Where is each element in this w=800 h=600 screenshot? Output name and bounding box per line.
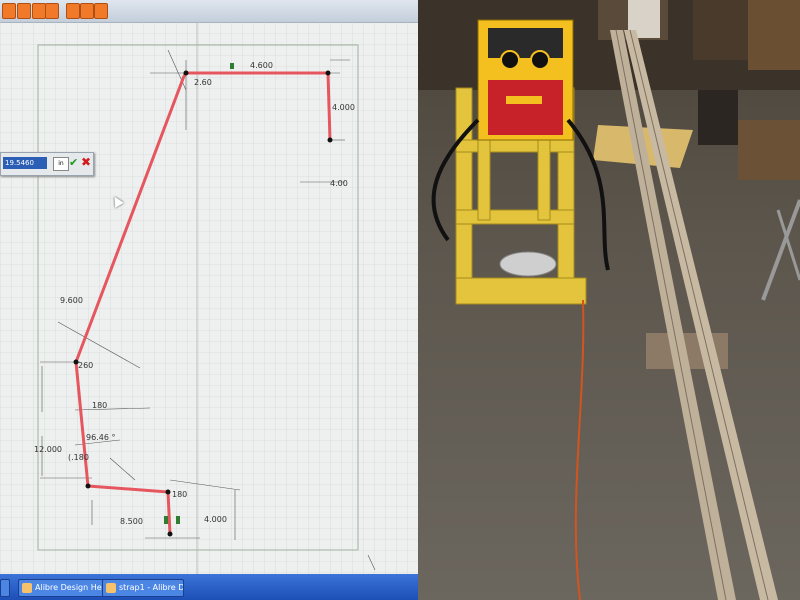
taskbar-item-label: Alibre Design Help — [35, 583, 106, 592]
taskbar-item-label: strap1 - Alibre Des... — [119, 583, 184, 592]
dim-right-drop[interactable]: 4.000 — [332, 103, 355, 112]
workshop-photo — [418, 0, 800, 600]
check-icon[interactable]: ✔ — [69, 157, 78, 169]
dim-knee-radius[interactable]: 260 — [78, 361, 93, 370]
toolbar-button-5[interactable] — [66, 3, 80, 19]
dim-bottom-length[interactable]: 8.500 — [120, 517, 143, 526]
taskbar-item-help[interactable]: Alibre Design Help — [18, 579, 106, 597]
cad-screen: 4.600 4.000 2.60 4.00 9.600 260 180 96.4… — [0, 0, 418, 600]
toolbar-button-1[interactable] — [2, 3, 16, 19]
app-icon — [106, 583, 116, 593]
dim-foot-radius[interactable]: 180 — [172, 490, 187, 499]
sketch-canvas[interactable]: 4.600 4.000 2.60 4.00 9.600 260 180 96.4… — [0, 22, 418, 577]
toolbar-button-2[interactable] — [17, 3, 31, 19]
toolbar-button-3[interactable] — [32, 3, 46, 19]
dim-height[interactable]: 12.000 — [34, 445, 62, 454]
dim-small-radius[interactable]: (.180 — [68, 453, 89, 462]
taskbar-item-design[interactable]: strap1 - Alibre Des... — [102, 579, 184, 597]
toolbar-button-4[interactable] — [45, 3, 59, 19]
app-icon — [22, 583, 32, 593]
dim-top-length[interactable]: 4.600 — [250, 61, 273, 70]
toolbar-button-6[interactable] — [80, 3, 94, 19]
dimension-edit-dialog: 19.5460 in ✔ ✖ — [0, 152, 94, 176]
taskbar: Alibre Design Help strap1 - Alibre Des..… — [0, 574, 418, 600]
dim-right-small[interactable]: 4.00 — [330, 179, 348, 188]
dimension-value-input[interactable]: 19.5460 — [3, 157, 47, 169]
dim-bottom-right[interactable]: 4.000 — [204, 515, 227, 524]
toolbar-button-7[interactable] — [94, 3, 108, 19]
cad-toolbar — [0, 0, 418, 23]
dim-mid[interactable]: 180 — [92, 401, 107, 410]
dim-angle[interactable]: 96.46 ° — [86, 433, 115, 442]
unit-box[interactable]: in — [53, 157, 69, 171]
dim-top-angle[interactable]: 2.60 — [194, 78, 212, 87]
close-icon[interactable]: ✖ — [81, 156, 91, 168]
dim-long-leg[interactable]: 9.600 — [60, 296, 83, 305]
taskbar-item-1[interactable] — [0, 579, 10, 597]
